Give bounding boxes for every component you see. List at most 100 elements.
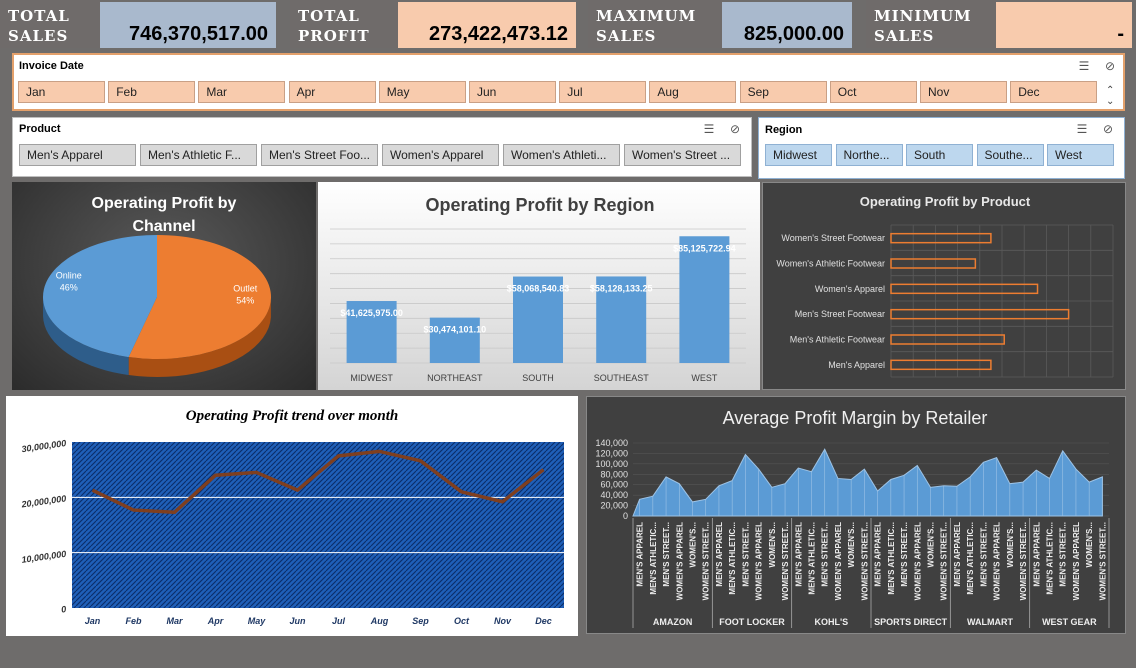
multi-select-icon[interactable]: ☰ xyxy=(1076,59,1092,73)
trend-x-tick: Jan xyxy=(85,616,101,626)
region-tick-label: NORTHEAST xyxy=(427,373,483,383)
retailer-x-tick: WOMEN'S APPAREL xyxy=(675,522,684,600)
retailer-x-tick: WOMEN'S STREET... xyxy=(860,522,869,600)
total-profit-value: 273,422,473.12 xyxy=(398,2,576,48)
slicer-item-jul[interactable]: Jul xyxy=(559,81,647,103)
slicer-item-oct[interactable]: Oct xyxy=(829,81,917,103)
retailer-chart-panel: Average Profit Margin by Retailer 0 20,00… xyxy=(586,396,1126,634)
slicer-item-south[interactable]: South xyxy=(906,144,973,166)
max-sales-label: MAXIMUM SALES xyxy=(588,0,722,48)
retailer-x-tick: WOMEN'S STREET... xyxy=(1098,522,1107,600)
retailer-area[interactable] xyxy=(632,448,1103,517)
product-bar[interactable] xyxy=(890,334,1005,345)
clear-filter-icon[interactable]: ⊘ xyxy=(1100,122,1116,136)
retailer-group-label: KOHL'S xyxy=(815,617,849,627)
clear-filter-icon[interactable]: ⊘ xyxy=(727,122,743,136)
slicer-item-women-s-apparel[interactable]: Women's Apparel xyxy=(382,144,499,166)
trend-x-tick: May xyxy=(248,616,267,626)
slicer-item-men-s-apparel[interactable]: Men's Apparel xyxy=(19,144,136,166)
slicer-item-may[interactable]: May xyxy=(378,81,466,103)
slicer-item-dec[interactable]: Dec xyxy=(1010,81,1098,103)
slicer-item-northe[interactable]: Northe... xyxy=(835,144,903,166)
max-sales-value-text: 825,000.00 xyxy=(743,23,844,45)
retailer-x-tick: MEN'S ATHLETIC... xyxy=(649,522,658,595)
retailer-x-tick: MEN'S STREET... xyxy=(1059,522,1068,587)
product-slicer: Product ☰ ⊘ Men's Apparel Men's Athletic … xyxy=(12,117,752,177)
scroll-arrows-icon[interactable]: ⌃ ⌄ xyxy=(1106,85,1114,107)
retailer-chart-svg: Average Profit Margin by Retailer 020,00… xyxy=(595,408,1110,628)
slicer-item-men-s-street-foo[interactable]: Men's Street Foo... xyxy=(261,144,378,166)
retailer-x-tick: MEN'S APPAREL xyxy=(1032,522,1041,587)
total-sales-value: 746,370,517.00 xyxy=(100,2,276,48)
product-tick-label: Men's Athletic Footwear xyxy=(790,335,885,345)
retailer-y-tick: 140,000 xyxy=(595,438,628,448)
min-sales-label: MINIMUM SALES xyxy=(866,0,996,48)
invoice-date-title: Invoice Date xyxy=(19,60,84,72)
slicer-item-feb[interactable]: Feb xyxy=(108,81,196,103)
retailer-y-tick: 0 xyxy=(623,511,628,521)
region-slicer: Region ☰ ⊘ Midwest Northe... South Southe..… xyxy=(758,117,1125,179)
slicer-item-sep[interactable]: Sep xyxy=(739,81,827,103)
trend-y-tick: 30,000,000 xyxy=(21,438,67,454)
product-tick-label: Men's Apparel xyxy=(828,360,885,370)
trend-y-tick: 0 xyxy=(60,604,66,615)
slicer-item-women-s-athleti[interactable]: Women's Athleti... xyxy=(503,144,620,166)
retailer-group-label: SPORTS DIRECT xyxy=(874,617,948,627)
retailer-x-tick: MEN'S ATHLETIC... xyxy=(728,522,737,595)
retailer-x-tick: MEN'S STREET... xyxy=(741,522,750,587)
region-bar-west[interactable] xyxy=(679,236,730,363)
retailer-x-tick: WOMEN'S... xyxy=(927,522,936,567)
min-sales-value-text: - xyxy=(1117,23,1124,45)
multi-select-icon[interactable]: ☰ xyxy=(701,122,717,136)
trend-x-tick: Feb xyxy=(125,616,142,626)
retailer-x-tick: MEN'S ATHLETIC... xyxy=(966,522,975,595)
pie-chart-panel: Operating Profit by Channel Outlet 54% Onl… xyxy=(12,182,316,390)
slicer-item-jan[interactable]: Jan xyxy=(18,81,105,103)
region-data-label: $85,125,722.94 xyxy=(673,243,736,253)
product-bar[interactable] xyxy=(890,232,992,244)
pie-title-line1: Operating Profit by xyxy=(92,195,237,212)
product-tick-label: Women's Street Footwear xyxy=(781,233,885,243)
slicer-item-jun[interactable]: Jun xyxy=(469,81,556,103)
slicer-item-nov[interactable]: Nov xyxy=(920,81,1007,103)
retailer-x-tick: MEN'S APPAREL xyxy=(953,522,962,587)
trend-x-tick: Jul xyxy=(332,616,346,626)
month-trend-panel: Operating Profit trend over month 0 10,00… xyxy=(6,396,578,636)
slicer-item-men-s-athletic-f[interactable]: Men's Athletic F... xyxy=(140,144,257,166)
retailer-x-tick: WOMEN'S STREET... xyxy=(1019,522,1028,600)
retailer-x-tick: WOMEN'S APPAREL xyxy=(834,522,843,600)
retailer-y-tick: 60,000 xyxy=(600,480,628,490)
retailer-y-tick: 80,000 xyxy=(600,469,628,479)
product-bar[interactable] xyxy=(890,359,992,371)
retailer-group-label: WEST GEAR xyxy=(1042,617,1097,627)
region-tick-label: MIDWEST xyxy=(350,373,393,383)
retailer-x-tick: MEN'S ATHLETIC... xyxy=(1046,522,1055,595)
max-sales-value: 825,000.00 xyxy=(722,2,852,48)
retailer-x-tick: WOMEN'S... xyxy=(1085,522,1094,567)
region-data-label: $30,474,101.10 xyxy=(424,325,487,335)
slicer-item-southe[interactable]: Southe... xyxy=(976,144,1044,166)
region-data-label: $41,625,975.00 xyxy=(340,308,403,318)
trend-x-tick: Oct xyxy=(454,616,470,626)
retailer-y-tick: 100,000 xyxy=(595,459,628,469)
retailer-x-tick: MEN'S APPAREL xyxy=(636,522,645,587)
slicer-item-mar[interactable]: Mar xyxy=(198,81,286,103)
retailer-y-tick: 20,000 xyxy=(600,501,628,511)
min-sales-value: - xyxy=(996,2,1132,48)
trend-x-tick: Nov xyxy=(494,616,512,626)
slicer-item-west[interactable]: West xyxy=(1047,144,1114,166)
product-tick-label: Women's Athletic Footwear xyxy=(776,259,885,269)
slicer-item-midwest[interactable]: Midwest xyxy=(765,144,832,166)
multi-select-icon[interactable]: ☰ xyxy=(1074,122,1090,136)
retailer-chart-title: Average Profit Margin by Retailer xyxy=(723,408,988,428)
slicer-item-women-s-street[interactable]: Women's Street ... xyxy=(624,144,741,166)
retailer-group-label: AMAZON xyxy=(653,617,693,627)
slicer-item-apr[interactable]: Apr xyxy=(288,81,376,103)
product-tick-label: Men's Street Footwear xyxy=(795,309,885,319)
slicer-item-aug[interactable]: Aug xyxy=(649,81,737,103)
total-profit-label-text: TOTAL PROFIT xyxy=(298,7,370,45)
product-chart-panel: Operating Profit by Product Women's Stre… xyxy=(762,182,1126,390)
product-bar[interactable] xyxy=(890,258,977,269)
clear-filter-icon[interactable]: ⊘ xyxy=(1102,59,1118,73)
total-sales-label: TOTAL SALES xyxy=(0,0,100,48)
